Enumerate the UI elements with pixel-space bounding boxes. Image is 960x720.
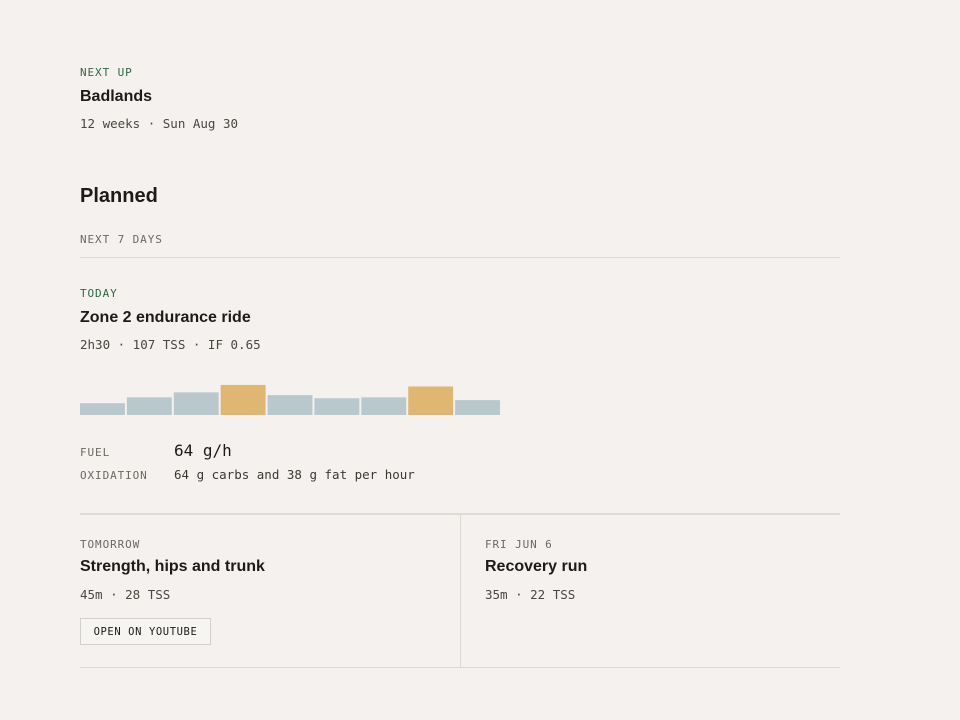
intensity-block bbox=[361, 397, 407, 415]
divider bbox=[80, 257, 840, 258]
intensity-block bbox=[267, 395, 313, 415]
oxidation-value: 64 g carbs and 38 g fat per hour bbox=[174, 467, 415, 482]
intensity-block bbox=[80, 403, 125, 415]
intensity-block bbox=[126, 397, 172, 415]
today-workout-meta: 2h30 · 107 TSS · IF 0.65 bbox=[80, 337, 261, 352]
column-divider bbox=[460, 515, 461, 667]
next-event-title[interactable]: Badlands bbox=[80, 87, 152, 107]
intensity-block bbox=[314, 398, 360, 415]
open-on-youtube-button[interactable]: OPEN ON YOUTUBE bbox=[80, 618, 211, 645]
divider bbox=[80, 667, 840, 668]
fri-label: FRI JUN 6 bbox=[485, 538, 553, 551]
workout-intensity-chart bbox=[80, 384, 500, 415]
tomorrow-workout-meta: 45m · 28 TSS bbox=[80, 587, 171, 602]
intensity-block bbox=[455, 400, 500, 415]
fuel-value: 64 g/h bbox=[174, 441, 232, 460]
next-event-meta: 12 weeks · Sun Aug 30 bbox=[80, 116, 239, 131]
tomorrow-workout-title[interactable]: Strength, hips and trunk bbox=[80, 557, 265, 577]
tomorrow-label: TOMORROW bbox=[80, 538, 141, 551]
fri-workout-title[interactable]: Recovery run bbox=[485, 557, 587, 577]
intensity-block bbox=[408, 386, 454, 415]
fuel-label: FUEL bbox=[80, 446, 111, 459]
window-label: NEXT 7 DAYS bbox=[80, 233, 163, 246]
today-workout-title[interactable]: Zone 2 endurance ride bbox=[80, 308, 251, 328]
today-label: TODAY bbox=[80, 287, 118, 300]
oxidation-label: OXIDATION bbox=[80, 469, 148, 482]
fri-workout-meta: 35m · 22 TSS bbox=[485, 587, 576, 602]
intensity-block bbox=[220, 384, 266, 415]
next-up-label: NEXT UP bbox=[80, 66, 133, 79]
planned-heading: Planned bbox=[80, 185, 158, 207]
intensity-block bbox=[173, 392, 219, 415]
